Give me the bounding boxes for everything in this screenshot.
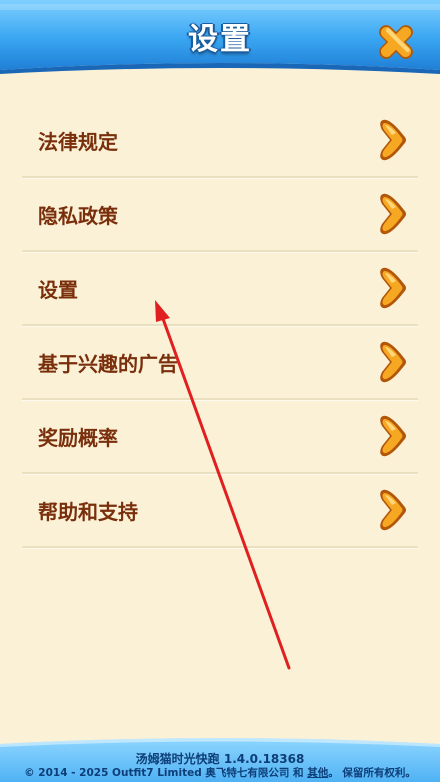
menu-item-label: 设置 [38,278,78,302]
chevron-right-icon [380,341,406,383]
settings-screen: 设置 法律规定 隐私政策 设置 基于兴趣的广告 奖励概率 帮助和支持 汤姆猫时光… [0,0,440,782]
copyright-text: © 2014 - 2025 Outfit7 Limited 奥飞特七有限公司 和… [0,765,440,780]
menu-item-label: 法律规定 [38,130,118,154]
chevron-right-icon [380,119,406,161]
menu-item-legal[interactable]: 法律规定 [22,104,418,178]
menu-item-interest-ads[interactable]: 基于兴趣的广告 [22,326,418,400]
chevron-right-icon [380,415,406,457]
menu-item-help-support[interactable]: 帮助和支持 [22,474,418,548]
settings-menu: 法律规定 隐私政策 设置 基于兴趣的广告 奖励概率 帮助和支持 [22,104,418,548]
menu-item-settings[interactable]: 设置 [22,252,418,326]
menu-item-reward-odds[interactable]: 奖励概率 [22,400,418,474]
copyright-suffix: 。 保留所有权利。 [328,767,416,779]
copyright-prefix: © 2014 - 2025 Outfit7 Limited 奥飞特七有限公司 和 [24,767,308,779]
menu-item-label: 奖励概率 [38,426,118,450]
chevron-right-icon [380,267,406,309]
menu-item-label: 帮助和支持 [38,500,138,524]
chevron-right-icon [380,489,406,531]
menu-item-privacy[interactable]: 隐私政策 [22,178,418,252]
menu-item-label: 基于兴趣的广告 [38,352,178,376]
chevron-right-icon [380,193,406,235]
others-link[interactable]: 其他 [307,767,328,779]
footer-bar: 汤姆猫时光快跑 1.4.0.18368 © 2014 - 2025 Outfit… [0,736,440,782]
close-button[interactable] [370,18,422,66]
menu-item-label: 隐私政策 [38,204,118,228]
header-bar: 设置 [0,0,440,78]
close-x-icon [379,25,413,59]
